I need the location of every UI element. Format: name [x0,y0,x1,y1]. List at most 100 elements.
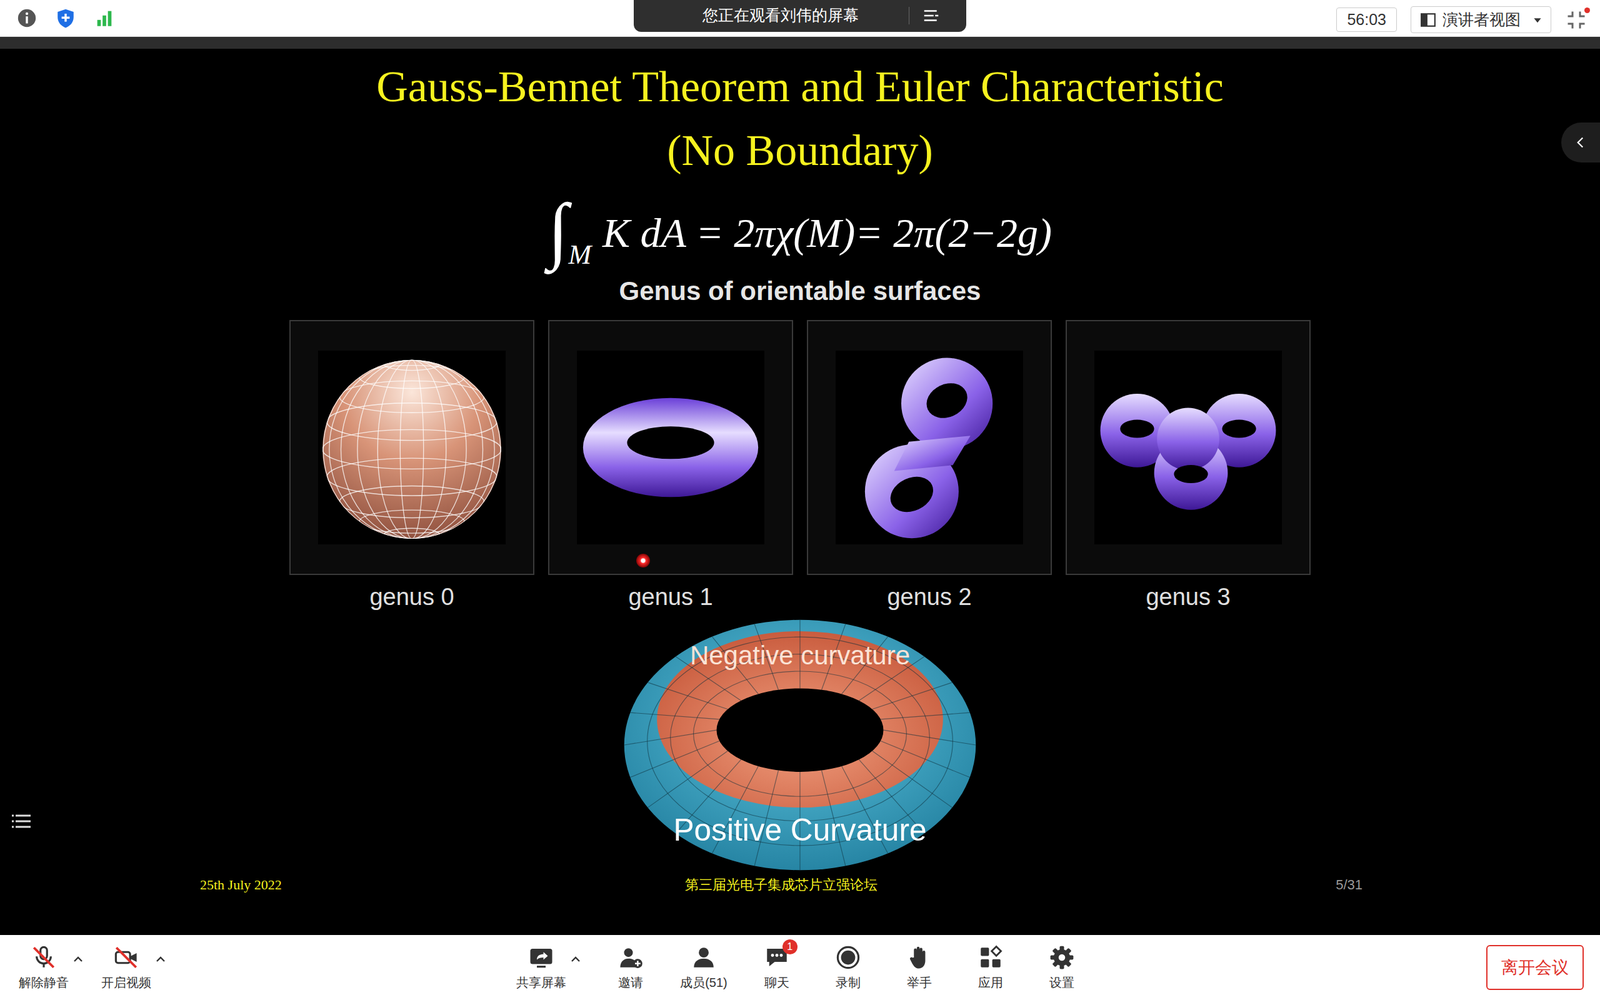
camera-icon [113,944,140,971]
surface-frame [806,320,1052,575]
formula: ∫M K dA = 2πχ(M)= 2π(2−2g) [548,187,1052,268]
toolbar-label: 共享屏幕 [516,974,567,992]
toolbar-button[interactable]: 录制 [826,944,870,992]
toolbar-icon-wrap [528,944,555,971]
toolbar-icon-wrap [1048,944,1075,971]
separator-strip [0,36,1600,49]
toolbar-item: 举手 [897,944,942,992]
surface-image [835,350,1024,545]
sphere-icon [321,353,503,542]
torus-icon [580,353,762,542]
slide-title: Gauss-Bennet Theorem and Euler Character… [376,55,1224,183]
genus-label: genus 2 [886,583,972,611]
settings-icon [1048,944,1075,971]
slide-outline-button[interactable] [10,810,33,833]
hand-icon [906,944,933,971]
toolbar-right: 离开会议 [1083,945,1600,990]
surface-card: genus 1 [548,320,794,611]
toolbar-center: 共享屏幕 邀请 成员(51) 1 聊天 录制举手应用设置 [516,944,1084,992]
share-icon [528,944,555,971]
view-mode-label: 演讲者视图 [1442,9,1521,30]
mic-icon [30,944,57,971]
surface-frame [289,320,535,575]
positive-curvature-label: Positive Curvature [673,812,927,848]
surface-row: genus 0 genus 1 genus 2 genus 3 [289,320,1311,611]
surface-image [1094,350,1282,545]
triple-torus-icon [1097,353,1279,542]
toolbar-item: 1 聊天 [755,944,799,992]
top-right-controls: 56:03 演讲者视图 [966,0,1600,34]
toolbar-item: 录制 [826,944,870,992]
chevron-left-icon [1572,134,1589,151]
chevron-up-icon[interactable] [570,953,582,965]
shield-icon[interactable] [55,7,77,29]
toolbar-label: 聊天 [764,974,790,992]
integral-subscript: M [568,242,592,268]
status-icons [0,0,634,29]
footer-event: 第三届光电子集成芯片立强论坛 [685,875,878,895]
info-icon[interactable] [16,7,38,29]
dropdown-caret-icon [1533,15,1542,25]
toolbar-icon-wrap [977,944,1004,971]
toolbar-button[interactable]: 共享屏幕 [516,944,567,992]
genus-label: genus 1 [628,583,713,611]
toolbar-button[interactable]: 1 聊天 [755,944,799,992]
exit-fullscreen-button[interactable] [1565,8,1588,32]
toolbar-icon-wrap: 1 [763,944,790,971]
screen-share-banner: 您正在观看刘伟的屏幕 [633,0,967,32]
toolbar-button[interactable]: 设置 [1040,944,1084,992]
genus-label: genus 3 [1145,583,1230,611]
banner-divider [908,6,910,25]
toolbar-icon-wrap [617,944,644,971]
surface-card: genus 3 [1065,320,1311,611]
meeting-timer: 56:03 [1336,7,1397,32]
genus-label: genus 0 [369,583,454,611]
unread-badge: 1 [782,939,798,955]
top-bar: 您正在观看刘伟的屏幕 56:03 演讲者视图 [0,0,1600,37]
signal-icon[interactable] [93,7,115,29]
menu-icon[interactable] [921,6,941,25]
chevron-up-icon[interactable] [72,953,84,965]
toolbar-button[interactable]: 邀请 [608,944,653,992]
surface-frame [1065,320,1311,575]
toolbar-icon-wrap [690,944,717,971]
toolbar-button[interactable]: 解除静音 [18,944,69,992]
toolbar-button[interactable]: 开启视频 [101,944,152,992]
meeting-window: 您正在观看刘伟的屏幕 56:03 演讲者视图 Gauss-Bennet Theorem… [0,0,1600,1000]
toolbar-label: 设置 [1049,974,1075,992]
double-torus-icon [838,353,1020,542]
toolbar-item: 设置 [1040,944,1084,992]
invite-icon [617,944,644,971]
chevron-up-icon[interactable] [155,953,167,965]
surface-image [318,350,506,545]
members-icon [690,944,717,971]
shared-screen: Gauss-Bennet Theorem and Euler Character… [0,48,1600,935]
formula-body: K dA = 2πχ(M)= 2π(2−2g) [602,198,1052,268]
apps-icon [977,944,1004,971]
toolbar-item: 解除静音 [18,944,84,992]
footer-date: 25th July 2022 [200,876,685,894]
slide: Gauss-Bennet Theorem and Euler Character… [0,48,1600,895]
surface-frame [548,320,794,575]
toolbar-icon-wrap [906,944,933,971]
banner-text: 您正在观看刘伟的屏幕 [702,5,859,26]
toolbar-left: 解除静音开启视频 [0,944,517,992]
toolbar-button[interactable]: 成员(51) [680,944,728,992]
surface-card: genus 2 [806,320,1052,611]
integral-sign: ∫ [548,192,569,268]
surface-card: genus 0 [289,320,535,611]
notification-dot [1584,7,1590,14]
toolbar-button[interactable]: 举手 [897,944,942,992]
leave-meeting-button[interactable]: 离开会议 [1486,945,1584,990]
toolbar-button[interactable]: 应用 [968,944,1013,992]
surface-image [576,350,765,545]
collapse-panel-button[interactable] [1561,122,1600,163]
subtitle: Genus of orientable surfaces [619,276,982,307]
exit-fullscreen-icon [1565,8,1588,32]
toolbar-item: 共享屏幕 [516,944,582,992]
view-mode-dropdown[interactable]: 演讲者视图 [1410,6,1552,34]
toolbar-item: 开启视频 [101,944,167,992]
laser-pointer [636,553,650,568]
toolbar-item: 邀请 [608,944,653,992]
toolbar-label: 邀请 [618,974,644,992]
